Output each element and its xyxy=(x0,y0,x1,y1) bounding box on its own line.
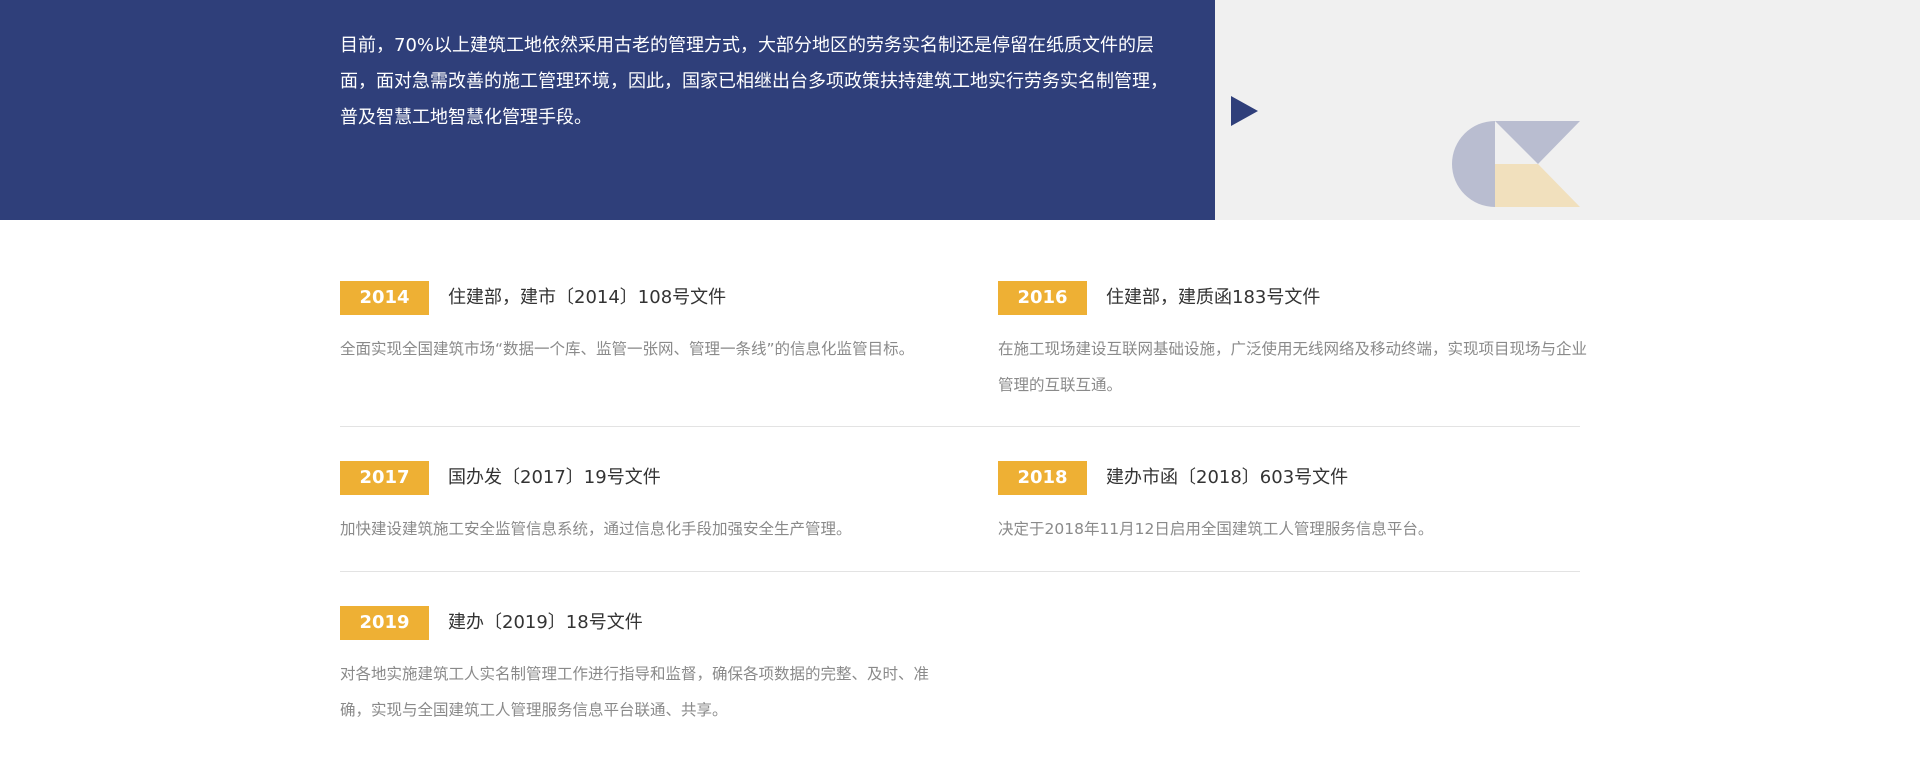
year-badge: 2016 xyxy=(998,281,1087,315)
year-badge: 2014 xyxy=(340,281,429,315)
intro-banner-blue-panel: 目前，70%以上建筑工地依然采用古老的管理方式，大部分地区的劳务实名制还是停留在… xyxy=(0,0,1215,220)
play-arrow-icon xyxy=(1231,96,1258,126)
policy-description: 在施工现场建设互联网基础设施，广泛使用无线网络及移动终端，实现项目现场与企业管理… xyxy=(998,340,1588,394)
year-badge: 2017 xyxy=(340,461,429,495)
policy-document-title: 国办发〔2017〕19号文件 xyxy=(448,467,661,488)
intro-text: 目前，70%以上建筑工地依然采用古老的管理方式，大部分地区的劳务实名制还是停留在… xyxy=(340,35,1168,128)
policy-description: 对各地实施建筑工人实名制管理工作进行指导和监督，确保各项数据的完整、及时、准确，… xyxy=(340,665,930,719)
policy-description: 决定于2018年11月12日启用全国建筑工人管理服务信息平台。 xyxy=(998,520,1434,538)
policy-description: 全面实现全国建筑市场“数据一个库、监管一张网、管理一条线”的信息化监管目标。 xyxy=(340,340,915,358)
policy-document-title: 住建部，建质函183号文件 xyxy=(1106,287,1321,308)
decorative-logo-icon xyxy=(1452,121,1580,207)
year-badge: 2018 xyxy=(998,461,1087,495)
policy-document-title: 住建部，建市〔2014〕108号文件 xyxy=(448,287,727,308)
policy-document-title: 建办〔2019〕18号文件 xyxy=(448,612,643,633)
intro-banner: 目前，70%以上建筑工地依然采用古老的管理方式，大部分地区的劳务实名制还是停留在… xyxy=(0,0,1920,220)
policy-document-title: 建办市函〔2018〕603号文件 xyxy=(1106,467,1349,488)
policy-description: 加快建设建筑施工安全监管信息系统，通过信息化手段加强安全生产管理。 xyxy=(340,520,852,538)
row-divider xyxy=(340,571,1580,572)
row-divider xyxy=(340,426,1580,427)
year-badge: 2019 xyxy=(340,606,429,640)
